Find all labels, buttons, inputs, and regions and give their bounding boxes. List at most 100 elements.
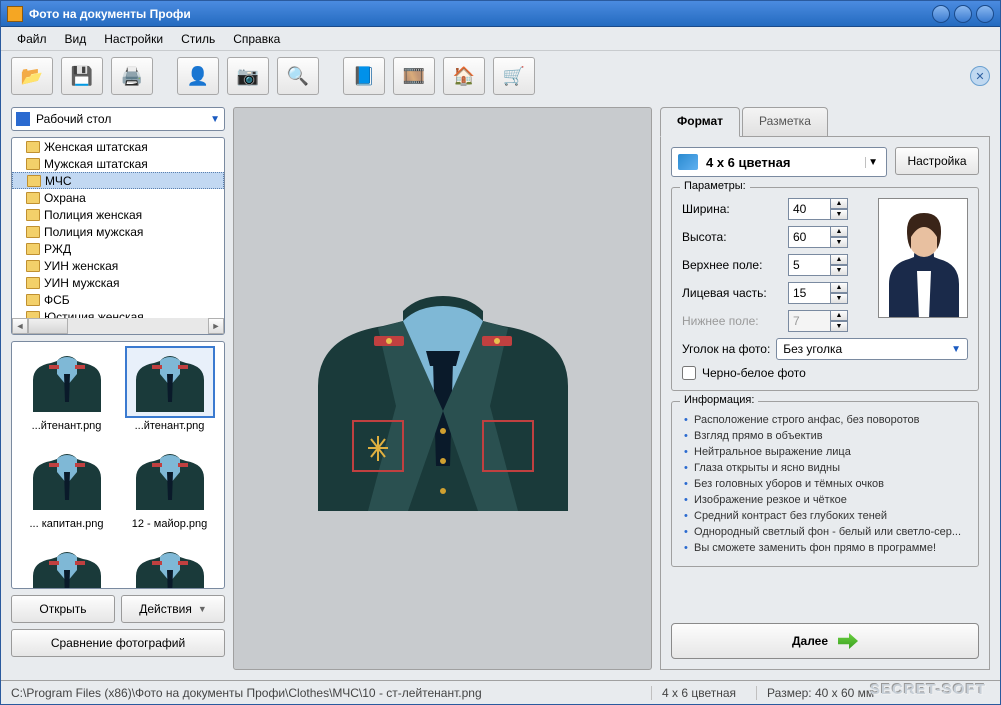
- spin-down-icon[interactable]: ▼: [830, 293, 848, 304]
- menu-style[interactable]: Стиль: [173, 29, 223, 49]
- chevron-down-icon: ▼: [951, 344, 961, 355]
- film-icon[interactable]: 🎞️: [393, 57, 435, 95]
- statusbar: C:\Program Files (x86)\Фото на документы…: [1, 680, 1000, 704]
- thumbnail[interactable]: ... капитан.png: [16, 444, 117, 540]
- spin-up-icon[interactable]: ▲: [830, 226, 848, 237]
- home-icon[interactable]: 🏠: [443, 57, 485, 95]
- tree-item[interactable]: Юстиция женская: [12, 308, 224, 318]
- scroll-right-icon[interactable]: ►: [208, 318, 224, 334]
- folder-tree[interactable]: Женская штатская Мужская штатская МЧСОхран…: [11, 137, 225, 335]
- scroll-left-icon[interactable]: ◄: [12, 318, 28, 334]
- tree-item-label: Юстиция женская: [44, 310, 144, 319]
- tree-item-label: Мужская штатская: [44, 157, 148, 171]
- spin-down-icon[interactable]: ▼: [830, 265, 848, 276]
- thumbnail[interactable]: ...йтенант.png: [119, 346, 220, 442]
- tab-format[interactable]: Формат: [660, 107, 740, 137]
- tree-item[interactable]: Полиция женская: [12, 206, 224, 223]
- thumbnail-image: [22, 444, 112, 516]
- corner-combo[interactable]: Без уголка ▼: [776, 338, 968, 360]
- toolbar: 📂 💾 🖨️ 👤 📷 🔍 📘 🎞️ 🏠 🛒 ✕: [1, 51, 1000, 101]
- print-icon[interactable]: 🖨️: [111, 57, 153, 95]
- top-spinner[interactable]: ▲▼: [788, 254, 848, 276]
- menu-settings[interactable]: Настройки: [96, 29, 171, 49]
- menu-view[interactable]: Вид: [57, 29, 95, 49]
- thumbnail[interactable]: [119, 542, 220, 589]
- face-spinner[interactable]: ▲▼: [788, 282, 848, 304]
- maximize-button[interactable]: [954, 5, 972, 23]
- tree-item[interactable]: ФСБ: [12, 291, 224, 308]
- spin-up-icon[interactable]: ▲: [830, 254, 848, 265]
- info-list: Расположение строго анфас, без поворотов…: [682, 412, 968, 556]
- format-combo[interactable]: 4 x 6 цветная ▼: [671, 147, 887, 177]
- bw-label: Черно-белое фото: [702, 366, 806, 380]
- spin-up-icon[interactable]: ▲: [830, 282, 848, 293]
- tab-layout[interactable]: Разметка: [742, 107, 828, 137]
- help-book-icon[interactable]: 📘: [343, 57, 385, 95]
- tree-scrollbar[interactable]: ◄ ►: [12, 318, 224, 334]
- info-item: Без головных уборов и тёмных очков: [682, 476, 968, 492]
- thumbnail-label: ...йтенант.png: [135, 420, 205, 432]
- panel-close-icon[interactable]: ✕: [970, 66, 990, 86]
- format-settings-button[interactable]: Настройка: [895, 147, 979, 175]
- save-icon[interactable]: 💾: [61, 57, 103, 95]
- tab-layout-label: Разметка: [759, 114, 811, 128]
- height-label: Высота:: [682, 230, 782, 244]
- status-size: Размер: 40 x 60 мм: [756, 686, 874, 700]
- app-window: Фото на документы Профи Файл Вид Настрой…: [0, 0, 1001, 705]
- tree-item[interactable]: МЧС: [12, 172, 224, 189]
- next-button[interactable]: Далее: [671, 623, 979, 659]
- actions-button[interactable]: Действия▼: [121, 595, 225, 623]
- compare-button[interactable]: Сравнение фотографий: [11, 629, 225, 657]
- bottom-spinner: ▲▼: [788, 310, 848, 332]
- corner-combo-value: Без уголка: [783, 342, 842, 356]
- photo-zoom-icon[interactable]: 🔍: [277, 57, 319, 95]
- bw-checkbox[interactable]: [682, 366, 696, 380]
- tree-item[interactable]: Полиция мужская: [12, 223, 224, 240]
- height-spinner[interactable]: ▲▼: [788, 226, 848, 248]
- location-combo-label: Рабочий стол: [36, 112, 210, 126]
- thumbnail-grid[interactable]: ...йтенант.png...йтенант.png... капитан.…: [11, 341, 225, 589]
- location-combo[interactable]: Рабочий стол ▼: [11, 107, 225, 131]
- minimize-button[interactable]: [932, 5, 950, 23]
- folder-icon: [26, 226, 40, 238]
- scroll-thumb[interactable]: [28, 318, 68, 334]
- top-input[interactable]: [788, 254, 830, 276]
- folder-icon: [26, 311, 40, 319]
- height-input[interactable]: [788, 226, 830, 248]
- params-fieldset: Параметры: Ширина:▲▼ Высота:▲▼ Верхнее п…: [671, 187, 979, 391]
- width-input[interactable]: [788, 198, 830, 220]
- face-input[interactable]: [788, 282, 830, 304]
- spin-down-icon[interactable]: ▼: [830, 209, 848, 220]
- window-controls: [932, 5, 994, 23]
- thumbnail-image: [22, 346, 112, 418]
- tree-item-label: Полиция мужская: [44, 225, 143, 239]
- photo-format-icon: [678, 154, 698, 170]
- thumbnail[interactable]: ...йтенант.png: [16, 346, 117, 442]
- width-spinner[interactable]: ▲▼: [788, 198, 848, 220]
- menu-help[interactable]: Справка: [225, 29, 288, 49]
- tree-item[interactable]: Охрана: [12, 189, 224, 206]
- tree-item[interactable]: Женская штатская: [12, 138, 224, 155]
- cart-icon[interactable]: 🛒: [493, 57, 535, 95]
- tree-item-label: МЧС: [45, 174, 72, 188]
- spin-up-icon[interactable]: ▲: [830, 198, 848, 209]
- tree-item[interactable]: Мужская штатская: [12, 155, 224, 172]
- person-search-icon[interactable]: 👤: [177, 57, 219, 95]
- tree-item-label: УИН мужская: [44, 276, 119, 290]
- chevron-down-icon: ▼: [865, 157, 880, 168]
- menu-file[interactable]: Файл: [9, 29, 55, 49]
- corner-label: Уголок на фото:: [682, 342, 770, 356]
- folder-open-icon[interactable]: 📂: [11, 57, 53, 95]
- thumbnail[interactable]: [16, 542, 117, 589]
- folder-icon: [26, 158, 40, 170]
- tree-item[interactable]: УИН мужская: [12, 274, 224, 291]
- spin-down-icon[interactable]: ▼: [830, 237, 848, 248]
- camera-icon[interactable]: 📷: [227, 57, 269, 95]
- open-button[interactable]: Открыть: [11, 595, 115, 623]
- thumbnail[interactable]: 12 - майор.png: [119, 444, 220, 540]
- top-label: Верхнее поле:: [682, 258, 782, 272]
- thumbnail-image: [22, 542, 112, 589]
- tree-item[interactable]: РЖД: [12, 240, 224, 257]
- close-button[interactable]: [976, 5, 994, 23]
- tree-item[interactable]: УИН женская: [12, 257, 224, 274]
